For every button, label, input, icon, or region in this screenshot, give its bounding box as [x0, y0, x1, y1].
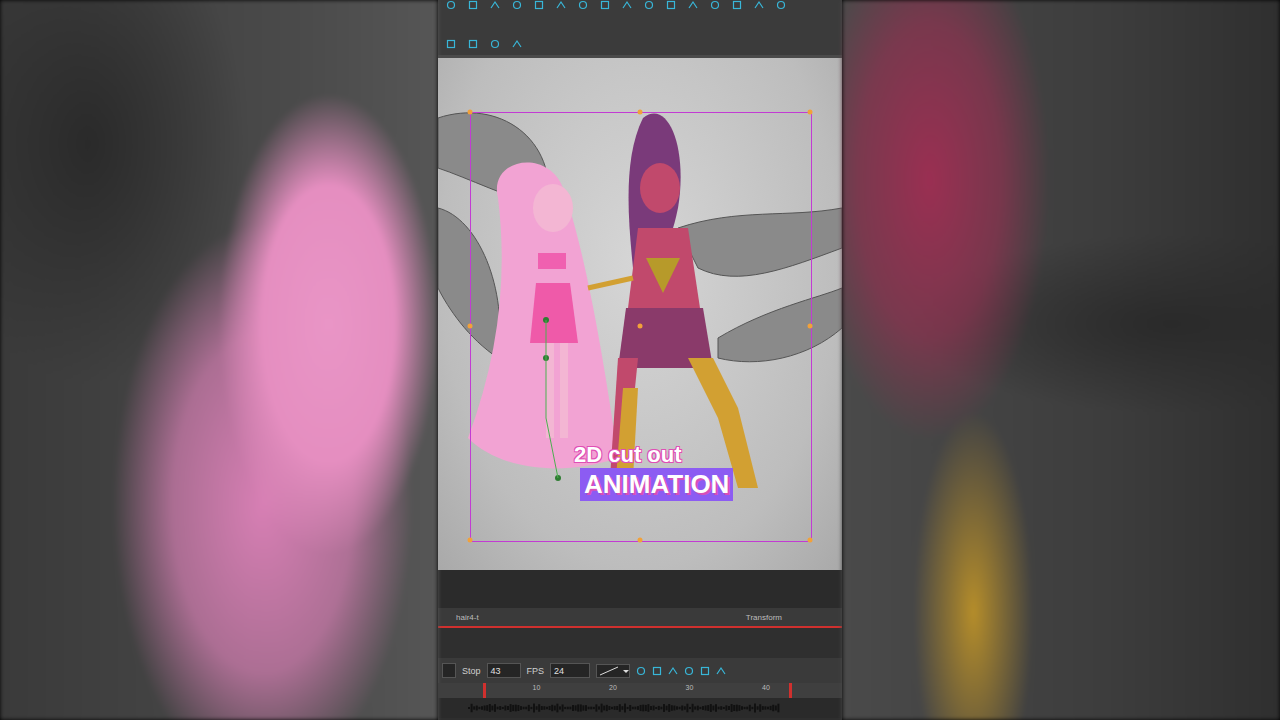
- tool-icon[interactable]: [490, 39, 500, 49]
- tool-icon[interactable]: [556, 0, 566, 10]
- tool-icon[interactable]: [688, 0, 698, 10]
- stop-label: Stop: [462, 666, 481, 676]
- panel-divider: [438, 570, 842, 608]
- tool-icon[interactable]: [710, 0, 720, 10]
- tool-icon[interactable]: [578, 0, 588, 10]
- tool-icon[interactable]: [534, 0, 544, 10]
- tool-icon[interactable]: [468, 0, 478, 10]
- blurred-background: [842, 0, 1280, 720]
- transform-handle[interactable]: [468, 538, 473, 543]
- tool-icon[interactable]: [512, 0, 522, 10]
- camera-view: 2D cut outANIMATION: [438, 55, 842, 570]
- ruler-tick: 30: [686, 684, 694, 691]
- tool-icon-row: [446, 39, 834, 49]
- timeline-space: [438, 628, 842, 658]
- blurred-background: [0, 0, 438, 720]
- transform-handle[interactable]: [808, 110, 813, 115]
- tool-icon[interactable]: [666, 0, 676, 10]
- waveform: [438, 698, 842, 718]
- caption-title: ANIMATION: [580, 468, 733, 501]
- transform-handle[interactable]: [638, 110, 643, 115]
- tool-icon[interactable]: [446, 39, 456, 49]
- tool-icon[interactable]: [754, 0, 764, 10]
- tool-icon[interactable]: [468, 39, 478, 49]
- tool-icon[interactable]: [490, 0, 500, 10]
- playhead[interactable]: [483, 683, 486, 698]
- tool-icon[interactable]: [600, 0, 610, 10]
- top-icon-row: [446, 0, 834, 10]
- curve-icon[interactable]: [596, 664, 630, 678]
- transform-handle[interactable]: [808, 324, 813, 329]
- start-field[interactable]: [442, 663, 456, 678]
- tool-icon[interactable]: [622, 0, 632, 10]
- canvas[interactable]: 2D cut outANIMATION: [438, 58, 842, 570]
- transform-handle[interactable]: [808, 538, 813, 543]
- ruler-tick: 10: [533, 684, 541, 691]
- sound-track: [438, 698, 842, 718]
- tool-icon[interactable]: [700, 666, 710, 676]
- tool-icon[interactable]: [776, 0, 786, 10]
- tool-icon[interactable]: [732, 0, 742, 10]
- video-frame: 2D cut outANIMATION hair4-t Transform Stop 4…: [0, 0, 1280, 720]
- transform-handle[interactable]: [638, 538, 643, 543]
- timeline-header: hair4-t Transform: [438, 608, 842, 628]
- transform-handle[interactable]: [638, 324, 643, 329]
- panel-name: Transform: [746, 613, 782, 622]
- animation-app: 2D cut outANIMATION hair4-t Transform Stop 4…: [438, 0, 842, 720]
- layer-name: hair4-t: [456, 613, 479, 622]
- transform-handle[interactable]: [468, 324, 473, 329]
- tool-icon[interactable]: [652, 666, 662, 676]
- tool-icon[interactable]: [636, 666, 646, 676]
- fps-label: FPS: [527, 666, 545, 676]
- toolbar: [438, 0, 842, 55]
- tool-icon[interactable]: [716, 666, 726, 676]
- timeline-controls: Stop 43 FPS 24: [438, 658, 842, 683]
- transform-handle[interactable]: [468, 110, 473, 115]
- timeline-ruler[interactable]: 10 20 30 40: [438, 683, 842, 698]
- tool-icon[interactable]: [512, 39, 522, 49]
- ruler-tick: 20: [609, 684, 617, 691]
- tool-icon[interactable]: [644, 0, 654, 10]
- caption-line: 2D cut out: [574, 442, 682, 468]
- ruler-tick: 40: [762, 684, 770, 691]
- tool-icon[interactable]: [446, 0, 456, 10]
- caption: 2D cut outANIMATION: [574, 442, 733, 501]
- tool-icon[interactable]: [668, 666, 678, 676]
- stop-marker[interactable]: [789, 683, 792, 698]
- tool-icon[interactable]: [684, 666, 694, 676]
- fps-field[interactable]: 24: [550, 663, 590, 678]
- stop-field[interactable]: 43: [487, 663, 521, 678]
